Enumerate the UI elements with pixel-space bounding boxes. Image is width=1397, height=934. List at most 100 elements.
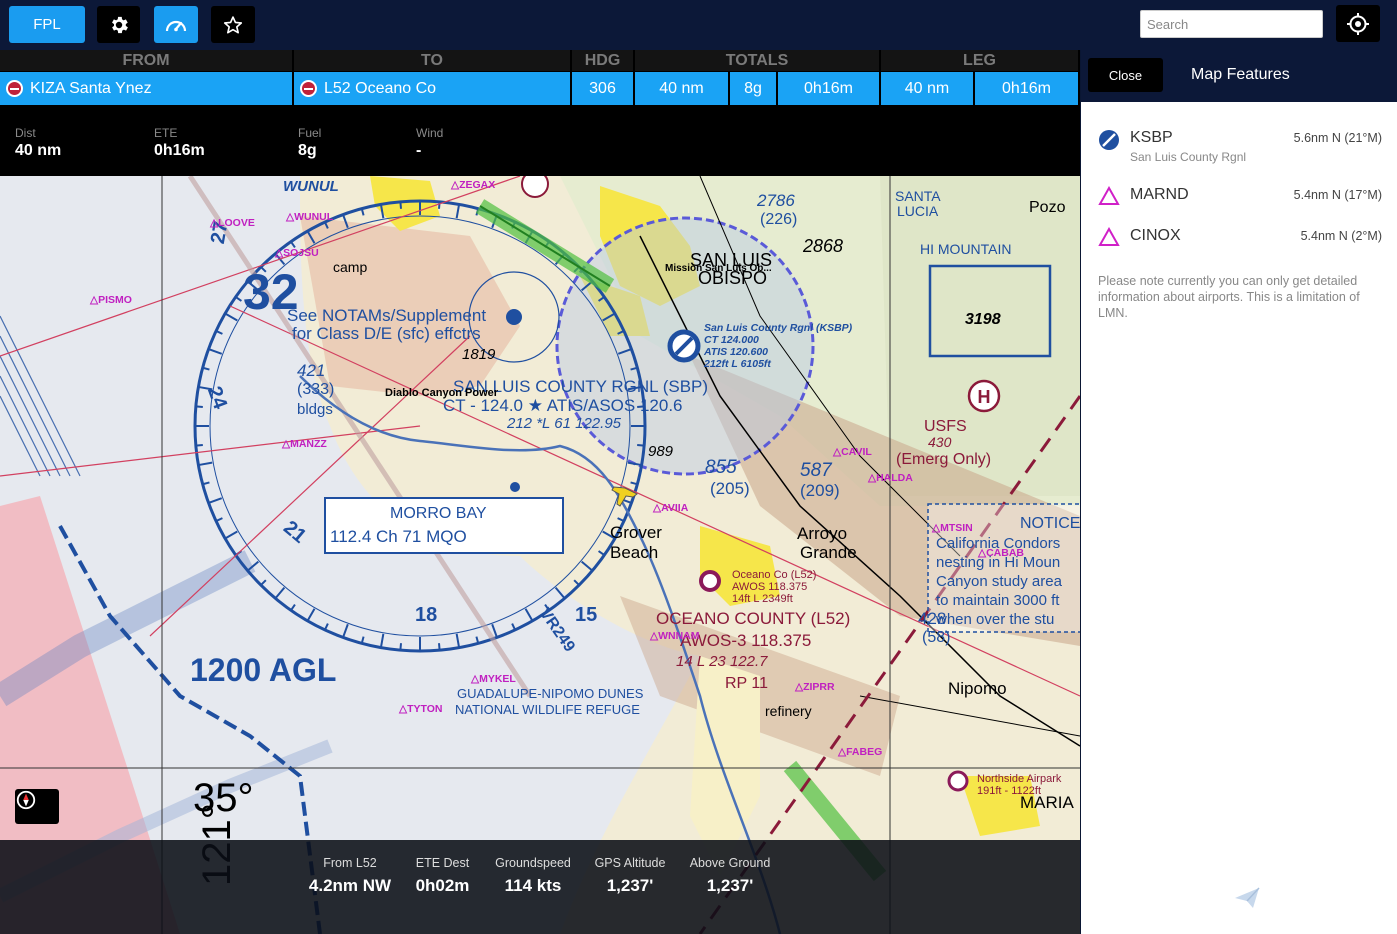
map-label-oceano-box-3: 14ft L 2349ft [732,593,793,605]
map-label-northside-1: Northside Airpark [977,773,1062,785]
map-fix-aviia: △AVIIA [652,502,689,514]
map-fix-fabeg: △FABEG [837,746,882,758]
search-input[interactable] [1140,10,1323,38]
compass-tick [438,201,441,209]
paper-plane-icon [1235,887,1260,908]
map-fix-cavil: △CAVIL [832,446,872,458]
map-label-ksbp-box-2: CT 124.000 [704,334,759,346]
from-waypoint[interactable]: KIZA Santa Ynez [0,72,294,105]
map-fix-pismo: △PISMO [89,294,132,306]
north-up-button[interactable] [15,789,59,824]
bottom-stat-label: Above Ground [689,856,771,870]
map-label-oceano-elev: 14 L 23 122.7 [676,653,768,670]
stat-dist: Dist 40 nm [15,126,61,160]
stat-fuel: Fuel 8g [298,126,321,160]
feature-item-cinox[interactable]: CINOX 5.4nm N (2°M) [1098,227,1382,249]
favorites-button[interactable] [211,6,255,43]
stat-groundspeed: Groundspeed 114 kts [490,856,576,896]
stat-above-ground: Above Ground 1,237' [686,856,774,896]
feature-name: CINOX [1130,227,1181,244]
map-label-ksbp-box-1: San Luis County Rgnl (KSBP) [704,322,853,334]
bottom-stat-value: 0h02m [415,876,470,895]
compass-tick [195,405,203,408]
map-label-beach: Beach [610,543,658,562]
feature-distance: 5.4nm N (2°M) [1300,229,1382,243]
map-fix-wnnam: △WNNAM [649,630,700,642]
chart-canvas: H WUNUL 32 24 21 18 15 27 1200 AGL VR249… [0,176,1080,934]
gear-icon [111,16,128,33]
bottom-stat-value: 114 kts [504,876,562,895]
bottom-stat-label: From L52 [323,856,377,870]
map-label-1819: 1819 [462,346,496,363]
map-label-ksbp-box-3: ATIS 120.600 [703,346,768,358]
flight-plan-table: FROM TO HDG TOTALS LEG KIZA Santa Ynez L… [0,50,1080,106]
locate-button[interactable] [1336,5,1380,42]
map-label-northside-2: 191ft - 1122ft [977,785,1041,797]
map-fix-manzz: △MANZZ [281,438,327,450]
stat-from-dest: From L52 4.2nm NW [305,856,395,896]
feature-item-marnd[interactable]: MARND 5.4nm N (17°M) [1098,186,1382,208]
map-label-notice-6: when over the stu [935,611,1054,628]
map-label-notice-1: NOTICE [1020,515,1080,532]
map-label-diablo: Diablo Canyon Power [385,387,499,399]
map-label-205: (205) [710,479,750,498]
feature-name: KSBP [1130,129,1173,146]
from-waypoint-label: KIZA Santa Ynez [30,79,152,97]
waypoint-triangle-icon [1098,227,1120,246]
map-label-1200-agl: 1200 AGL [190,652,336,688]
map-fix-sojsu: △SOJSU [274,247,319,259]
route-stats: Dist 40 nm ETE 0h16m Fuel 8g Wind - [0,106,1080,176]
map-label-oceano-name: OCEANO COUNTY (L52) [656,609,850,628]
map-label-dunes-1: GUADALUPE-NIPOMO DUNES [457,686,644,701]
to-waypoint-label: L52 Oceano Co [324,79,437,97]
compass-tick [399,643,402,651]
top-toolbar: FPL [0,0,1397,50]
fpl-button[interactable]: FPL [9,6,85,43]
stat-label: Wind [416,126,444,140]
feature-subtitle: San Luis County Rgnl [1130,150,1247,164]
to-waypoint[interactable]: L52 Oceano Co [294,72,572,105]
stat-ete: ETE 0h16m [154,126,205,160]
leg-header: LEG [881,50,1080,71]
flight-status-bar: From L52 4.2nm NW ETE Dest 0h02m Grounds… [0,840,1080,934]
leg-distance: 40 nm [881,72,975,105]
map-fix-cabab: △CABAB [977,547,1024,559]
no-entry-icon [6,80,23,97]
bottom-stat-value: 1,237' [606,876,654,895]
star-icon [223,15,243,34]
map-label-emerg: (Emerg Only) [896,451,991,468]
bottom-stat-label: ETE Dest [415,856,470,870]
stat-label: ETE [154,126,178,140]
map-label-bldgs: bldgs [297,401,333,418]
compass-tick [399,201,402,209]
feature-item-ksbp[interactable]: KSBP San Luis County Rgnl 5.6nm N (21°M) [1098,129,1382,169]
close-button[interactable]: Close [1088,58,1163,92]
totals-header: TOTALS [635,50,881,71]
stat-value: 8g [298,142,317,159]
map-label-grande: Grande [800,543,857,562]
stat-wind: Wind - [416,126,443,160]
svg-text:H: H [978,387,991,407]
map-label-grover: Grover [610,523,662,542]
map-fix-halda: △HALDA [867,472,913,484]
instruments-button[interactable] [154,6,198,43]
map-features-panel: Close Map Features KSBP San Luis County … [1081,50,1397,934]
compass-tick [637,444,645,447]
map-label-pozo: Pozo [1029,199,1066,216]
map-label-226: (226) [760,211,797,228]
map-label-855: 855 [705,457,737,478]
map-label-2868: 2868 [802,236,843,256]
map-label-nipomo: Nipomo [948,679,1007,698]
map-label-oceano-awos: AWOS-3 118.375 [680,631,811,650]
map-fix-ziprr: △ZIPRR [794,681,835,693]
totals-fuel: 8g [730,72,778,105]
map-label-dunes-2: NATIONAL WILDLIFE REFUGE [455,702,640,717]
gauge-icon [165,20,187,31]
waypoint-triangle-icon [1098,186,1120,205]
stat-label: Dist [15,126,36,140]
settings-button[interactable] [97,6,140,43]
map-fix-loove: △LOOVE [209,217,255,229]
sectional-chart-map[interactable]: H WUNUL 32 24 21 18 15 27 1200 AGL VR249… [0,176,1080,934]
map-fix-tyton: △TYTON [398,703,442,715]
map-fix-zegax: △ZEGAX [450,179,495,191]
